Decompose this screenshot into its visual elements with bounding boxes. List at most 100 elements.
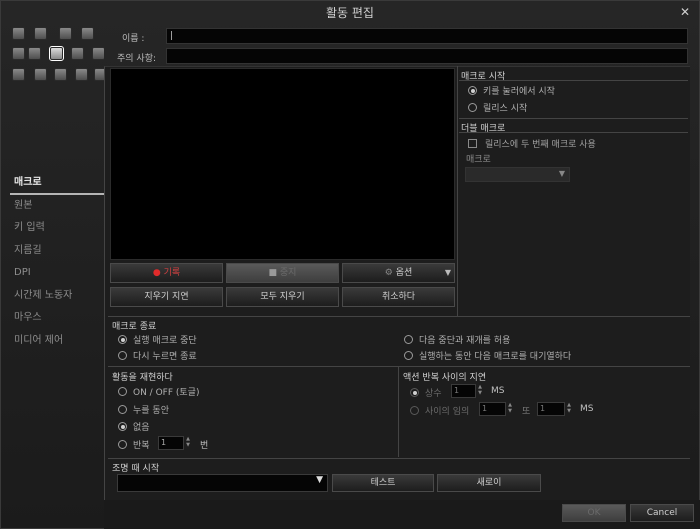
selected-key-icon [49, 46, 64, 61]
chevron-down-icon: ▼ [558, 169, 565, 178]
constant-delay-input[interactable]: 1 [451, 384, 476, 398]
radio-indicator [118, 335, 127, 344]
radio-indicator [468, 103, 477, 112]
clear-delay-button[interactable]: 지우기 지연 [110, 287, 223, 307]
random-delay-from-spinner[interactable]: ▲ ▼ [507, 402, 513, 416]
macro-event-list[interactable] [110, 68, 455, 260]
random-delay-to-spinner[interactable]: ▲ ▼ [566, 402, 572, 416]
second-macro-select[interactable]: ▼ [465, 167, 570, 182]
key-icon [71, 47, 84, 60]
and-label: 또 [522, 407, 531, 417]
key-icon [75, 68, 88, 81]
random-delay-unit: MS [580, 404, 594, 414]
radio-end-stop-running[interactable]: 실행 매크로 중단 [118, 333, 197, 346]
section-divider [108, 366, 690, 367]
radio-playback-while-pressed[interactable]: 누를 동안 [118, 403, 169, 416]
cancel-record-button[interactable]: 취소하다 [342, 287, 455, 307]
gear-icon: ⚙ [384, 268, 393, 278]
repeat-count-spinner[interactable]: ▲ ▼ [185, 436, 191, 450]
key-icon [12, 27, 25, 40]
radio-playback-toggle[interactable]: ON / OFF (토글) [118, 385, 199, 398]
section-divider [108, 458, 690, 459]
options-button[interactable]: ⚙ 옵션 ▼ [342, 263, 455, 283]
checkbox-box [468, 139, 477, 148]
radio-indicator [410, 388, 419, 397]
radio-delay-random[interactable]: 사이의 임의 [410, 404, 469, 417]
key-icon [59, 27, 72, 40]
nav-item-macro[interactable]: 매크로 [10, 172, 104, 195]
playback-title: 활동을 재현하다 [112, 373, 173, 383]
macro-end-title: 매크로 종료 [112, 322, 157, 332]
nav-item-shortcut[interactable]: 지름길 [10, 240, 104, 263]
divider [398, 367, 399, 457]
refresh-button[interactable]: 새로이 [437, 474, 541, 492]
section-divider [459, 132, 688, 133]
key-icon [92, 47, 104, 60]
name-input[interactable]: | [166, 28, 688, 44]
radio-playback-none[interactable]: 없음 [118, 420, 150, 433]
section-divider [459, 80, 688, 81]
name-label: 이름 : [122, 34, 145, 44]
radio-indicator [404, 351, 413, 360]
stop-button[interactable]: ■ 중지 [226, 263, 339, 283]
keyboard-thumbnail[interactable] [8, 24, 104, 86]
radio-delay-constant[interactable]: 상수 [410, 386, 442, 399]
radio-indicator [468, 86, 477, 95]
repeat-unit-label: 번 [200, 441, 209, 451]
ok-button[interactable]: OK [562, 504, 626, 522]
section-divider [459, 118, 688, 119]
chevron-down-icon: ▼ [444, 268, 451, 277]
clear-all-button[interactable]: 모두 지우기 [226, 287, 339, 307]
chevron-down-icon: ▼ [316, 475, 323, 485]
nav-item-dpi[interactable]: DPI [10, 262, 104, 285]
section-divider [108, 316, 690, 317]
key-icon [28, 47, 41, 60]
radio-indicator [118, 387, 127, 396]
repeat-count-input[interactable]: 1 [158, 436, 184, 450]
key-icon [94, 68, 104, 81]
divider [457, 66, 458, 316]
key-icon [12, 68, 25, 81]
key-icon [12, 47, 25, 60]
key-icon [81, 27, 94, 40]
random-delay-from-input[interactable]: 1 [479, 402, 506, 416]
radio-end-allow-resume[interactable]: 다음 중단과 재개를 허용 [404, 333, 510, 346]
stop-square-icon: ■ [268, 268, 278, 278]
second-macro-on-release-checkbox[interactable]: 릴리스에 두 번째 매크로 사용 [468, 137, 596, 150]
note-input[interactable] [166, 48, 688, 64]
nav-item-media[interactable]: 미디어 제어 [10, 330, 104, 353]
macro-label: 매크로 [466, 155, 491, 165]
close-icon[interactable]: ✕ [679, 6, 691, 18]
key-icon [54, 68, 67, 81]
lighting-select[interactable]: ▼ [117, 474, 328, 492]
note-label: 주의 사항: [117, 54, 157, 64]
record-button[interactable]: ● 기록 [110, 263, 223, 283]
cancel-button[interactable]: Cancel [630, 504, 694, 522]
key-icon [34, 68, 47, 81]
key-icon [34, 27, 47, 40]
radio-end-press-again[interactable]: 다시 누르면 종료 [118, 349, 197, 362]
nav-item-timer[interactable]: 시간제 노동자 [10, 285, 104, 308]
nav-item-mouse[interactable]: 마우스 [10, 307, 104, 330]
radio-indicator [118, 405, 127, 414]
radio-playback-repeat[interactable]: 반복 [118, 438, 150, 451]
action-type-nav: 매크로 원본 키 입력 지름길 DPI 시간제 노동자 마우스 미디어 제어 [10, 172, 104, 352]
nav-item-keystroke[interactable]: 키 입력 [10, 217, 104, 240]
radio-end-queue-next[interactable]: 실행하는 동안 다음 매크로를 대기열하다 [404, 349, 571, 362]
radio-indicator [410, 406, 419, 415]
radio-start-on-release[interactable]: 릴리스 시작 [468, 101, 527, 114]
lighting-title: 조명 때 시작 [112, 464, 160, 474]
delay-title: 액션 반복 사이의 지연 [403, 373, 487, 383]
constant-delay-spinner[interactable]: ▲ ▼ [477, 384, 483, 398]
radio-indicator [118, 422, 127, 431]
nav-item-original[interactable]: 원본 [10, 195, 104, 218]
record-dot-icon: ● [152, 268, 161, 278]
test-button[interactable]: 테스트 [332, 474, 434, 492]
radio-start-on-press[interactable]: 키를 눌러에서 시작 [468, 84, 555, 97]
random-delay-to-input[interactable]: 1 [537, 402, 565, 416]
window-title: 활동 편집 [326, 6, 374, 20]
radio-indicator [118, 440, 127, 449]
radio-indicator [404, 335, 413, 344]
constant-delay-unit: MS [491, 386, 505, 396]
radio-indicator [118, 351, 127, 360]
